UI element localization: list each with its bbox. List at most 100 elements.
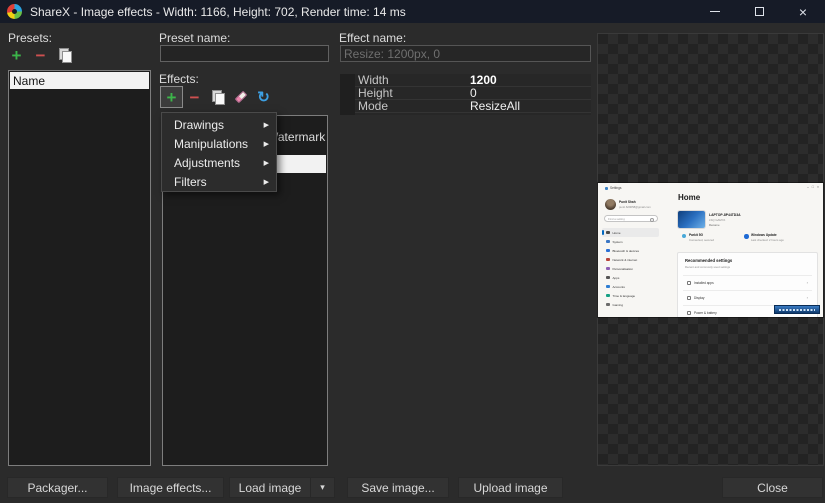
packager-button[interactable]: Packager... bbox=[7, 477, 108, 498]
menu-item-manipulations[interactable]: Manipulations ▶ bbox=[162, 134, 276, 153]
presets-label: Presets: bbox=[8, 31, 52, 45]
submenu-arrow-icon: ▶ bbox=[264, 159, 269, 167]
dropdown-caret-icon: ▾ bbox=[320, 482, 325, 493]
add-icon: + bbox=[12, 47, 22, 64]
mini-device-rename: Rename bbox=[709, 223, 720, 227]
mini-nav-item-gaming: Gaming bbox=[602, 300, 659, 309]
image-effects-button[interactable]: Image effects... bbox=[117, 477, 224, 498]
mini-user-email: punit.629058@gmail.com bbox=[619, 205, 651, 209]
mini-nav-item-bluetooth: Bluetooth & devices bbox=[602, 246, 659, 255]
mini-nav-item-network: Network & internet bbox=[602, 255, 659, 264]
remove-icon: − bbox=[36, 47, 46, 64]
preset-name-input[interactable] bbox=[160, 45, 329, 62]
gaming-icon bbox=[606, 303, 610, 307]
save-image-button[interactable]: Save image... bbox=[347, 477, 449, 498]
menu-item-label: Manipulations bbox=[174, 137, 248, 151]
effects-toolbar: + − ↻ bbox=[160, 86, 275, 108]
submenu-arrow-icon: ▶ bbox=[264, 178, 269, 186]
eraser-icon bbox=[234, 91, 247, 104]
mini-update-name: Windows Update bbox=[751, 233, 777, 237]
refresh-icon: ↻ bbox=[257, 90, 270, 105]
load-image-dropdown[interactable]: ▾ bbox=[310, 478, 334, 497]
property-value[interactable]: ResizeAll bbox=[470, 99, 520, 113]
mini-device-spec: LSQ GAMYA bbox=[709, 218, 725, 222]
mini-close-icon: × bbox=[817, 185, 819, 189]
menu-item-filters[interactable]: Filters ▶ bbox=[162, 172, 276, 191]
load-image-button-label: Load image bbox=[230, 481, 310, 495]
preset-list-item[interactable]: Name bbox=[10, 72, 149, 89]
close-button[interactable]: × bbox=[781, 0, 825, 23]
remove-effect-button[interactable]: − bbox=[183, 86, 206, 108]
mini-avatar bbox=[605, 199, 616, 210]
mini-recommended-row: Installed apps › bbox=[683, 275, 812, 289]
menu-item-label: Drawings bbox=[174, 118, 224, 132]
wifi-icon bbox=[682, 234, 686, 238]
add-effect-button[interactable]: + bbox=[160, 86, 183, 108]
save-image-button-label: Save image... bbox=[361, 481, 434, 495]
mini-network-status: Connected, secured bbox=[689, 238, 714, 242]
presets-toolbar: + − bbox=[5, 44, 76, 66]
close-dialog-button[interactable]: Close bbox=[722, 477, 823, 498]
property-value[interactable]: 1200 bbox=[470, 73, 497, 87]
mini-recommended-subtitle: Recent and commonly used settings bbox=[685, 265, 730, 269]
submenu-arrow-icon: ▶ bbox=[264, 140, 269, 148]
refresh-effects-button[interactable]: ↻ bbox=[252, 86, 275, 108]
watermark-badge bbox=[774, 305, 820, 314]
mini-device-name: LAPTOP-8P44TD3A bbox=[709, 213, 741, 217]
presets-list[interactable]: Name bbox=[8, 70, 151, 466]
minimize-icon bbox=[710, 11, 720, 12]
property-row-mode[interactable]: Mode ResizeAll bbox=[340, 100, 591, 113]
add-icon: + bbox=[167, 89, 177, 106]
remove-icon: − bbox=[190, 89, 200, 106]
effects-label: Effects: bbox=[159, 72, 199, 86]
power-battery-icon bbox=[687, 311, 691, 315]
add-effect-menu: Drawings ▶ Manipulations ▶ Adjustments ▶… bbox=[161, 112, 277, 192]
duplicate-preset-button[interactable] bbox=[53, 44, 76, 66]
mini-maximize-icon: □ bbox=[812, 185, 814, 189]
menu-item-label: Filters bbox=[174, 175, 207, 189]
menu-item-adjustments[interactable]: Adjustments ▶ bbox=[162, 153, 276, 172]
windows-update-icon bbox=[744, 234, 749, 239]
preset-name-label: Preset name: bbox=[159, 31, 230, 45]
menu-item-label: Adjustments bbox=[174, 156, 240, 170]
minimize-button[interactable] bbox=[693, 0, 737, 23]
network-icon bbox=[606, 258, 610, 262]
property-value[interactable]: 0 bbox=[470, 86, 477, 100]
mini-nav-item-home: Home bbox=[602, 228, 659, 237]
remove-preset-button[interactable]: − bbox=[29, 44, 52, 66]
display-icon bbox=[687, 296, 691, 300]
mini-user-name: Punit Shah bbox=[619, 200, 636, 204]
sharex-logo-icon bbox=[7, 4, 22, 19]
packager-button-label: Packager... bbox=[27, 481, 87, 495]
duplicate-icon bbox=[211, 90, 225, 104]
chevron-right-icon: › bbox=[807, 295, 808, 300]
window-controls: × bbox=[693, 0, 825, 23]
mini-recommended-title: Recommended settings bbox=[685, 258, 732, 263]
bluetooth-icon bbox=[606, 249, 610, 253]
mini-nav-item-apps: Apps bbox=[602, 273, 659, 282]
titlebar: ShareX - Image effects - Width: 1166, He… bbox=[0, 0, 825, 23]
duplicate-icon bbox=[58, 48, 72, 62]
personalisation-icon bbox=[606, 267, 610, 271]
menu-item-drawings[interactable]: Drawings ▶ bbox=[162, 115, 276, 134]
property-name: Height bbox=[358, 86, 470, 100]
load-image-button[interactable]: Load image ▾ bbox=[229, 477, 335, 498]
mini-nav: Home System Bluetooth & devices Network … bbox=[602, 228, 659, 309]
mini-device-thumbnail bbox=[678, 211, 705, 228]
submenu-arrow-icon: ▶ bbox=[264, 121, 269, 129]
add-preset-button[interactable]: + bbox=[5, 44, 28, 66]
duplicate-effect-button[interactable] bbox=[206, 86, 229, 108]
installed-apps-icon bbox=[687, 281, 691, 285]
upload-image-button[interactable]: Upload image bbox=[458, 477, 563, 498]
maximize-button[interactable] bbox=[737, 0, 781, 23]
mini-nav-item-accounts: Accounts bbox=[602, 282, 659, 291]
window-title: ShareX - Image effects - Width: 1166, He… bbox=[30, 5, 406, 19]
property-name: Width bbox=[358, 73, 470, 87]
mini-search-input: Find a setting bbox=[604, 215, 658, 222]
effect-name-label: Effect name: bbox=[339, 31, 406, 45]
effect-property-grid: Width 1200 Height 0 Mode ResizeAll bbox=[340, 74, 591, 115]
accounts-icon bbox=[606, 285, 610, 289]
time-language-icon bbox=[606, 294, 610, 298]
clear-effects-button[interactable] bbox=[229, 86, 252, 108]
effect-name-input bbox=[340, 45, 591, 62]
